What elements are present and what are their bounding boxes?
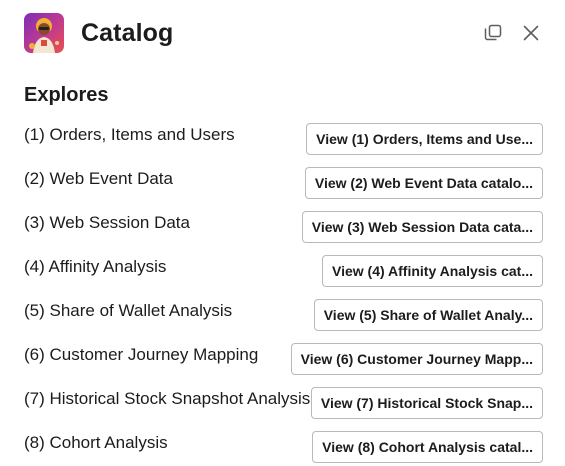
list-item: (6) Customer Journey Mapping View (6) Cu… — [24, 340, 543, 384]
explore-label: (6) Customer Journey Mapping — [24, 345, 259, 364]
explore-label: (8) Cohort Analysis — [24, 433, 168, 452]
view-catalog-button[interactable]: View (6) Customer Journey Mapp... — [290, 343, 543, 375]
list-item: (1) Orders, Items and Users View (1) Ord… — [24, 120, 543, 164]
popout-icon[interactable] — [481, 21, 505, 45]
view-catalog-button[interactable]: View (5) Share of Wallet Analy... — [313, 299, 543, 331]
app-avatar-icon — [24, 13, 64, 53]
list-item: (5) Share of Wallet Analysis View (5) Sh… — [24, 296, 543, 340]
explore-label: (5) Share of Wallet Analysis — [24, 301, 233, 320]
explore-label: (2) Web Event Data — [24, 169, 173, 188]
header-actions — [481, 21, 543, 45]
view-catalog-button[interactable]: View (2) Web Event Data catalo... — [304, 167, 543, 199]
explore-label: (3) Web Session Data — [24, 213, 190, 232]
view-catalog-button[interactable]: View (7) Historical Stock Snap... — [310, 387, 543, 419]
list-item: (4) Affinity Analysis View (4) Affinity … — [24, 252, 543, 296]
list-item: (8) Cohort Analysis View (8) Cohort Anal… — [24, 428, 543, 466]
view-catalog-button[interactable]: View (8) Cohort Analysis catal... — [312, 431, 543, 463]
list-item: (2) Web Event Data View (2) Web Event Da… — [24, 164, 543, 208]
list-item: (7) Historical Stock Snapshot Analysis V… — [24, 384, 543, 428]
view-catalog-button[interactable]: View (4) Affinity Analysis cat... — [322, 255, 543, 287]
section-heading: Explores — [24, 84, 109, 106]
close-icon[interactable] — [519, 21, 543, 45]
dialog-header: Catalog — [24, 13, 543, 53]
view-catalog-button[interactable]: View (3) Web Session Data cata... — [301, 211, 543, 243]
explore-label: (7) Historical Stock Snapshot Analysis — [24, 389, 311, 408]
explore-label: (4) Affinity Analysis — [24, 257, 167, 276]
explore-list: (1) Orders, Items and Users View (1) Ord… — [24, 120, 543, 466]
view-catalog-button[interactable]: View (1) Orders, Items and Use... — [306, 123, 543, 155]
list-item: (3) Web Session Data View (3) Web Sessio… — [24, 208, 543, 252]
dialog-title: Catalog — [81, 18, 174, 47]
explore-label: (1) Orders, Items and Users — [24, 125, 235, 144]
catalog-dialog: Catalog Explores (1) Orders, Items and U… — [0, 0, 565, 466]
